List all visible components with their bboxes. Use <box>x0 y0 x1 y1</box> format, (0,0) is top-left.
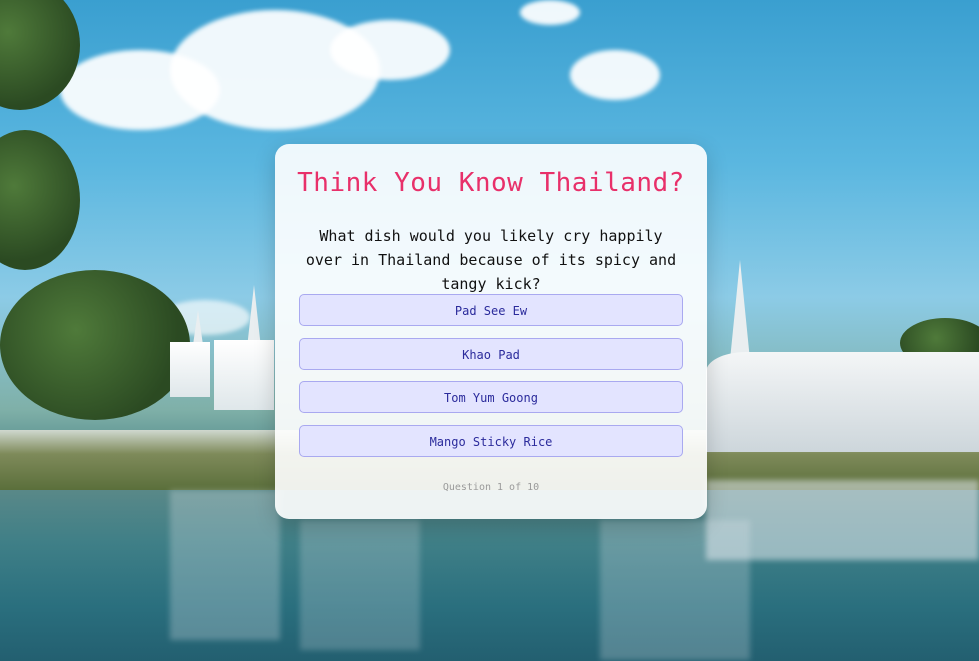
answer-option-pad-see-ew[interactable]: Pad See Ew <box>299 294 683 326</box>
answer-options: Pad See Ew Khao Pad Tom Yum Goong Mango … <box>299 294 683 468</box>
question-text: What dish would you likely cry happily o… <box>305 227 677 293</box>
quiz-page: Think You Know Thailand? What dish would… <box>0 0 979 661</box>
answer-option-mango-sticky-rice[interactable]: Mango Sticky Rice <box>299 424 683 457</box>
answer-option-tom-yum-goong[interactable]: Tom Yum Goong <box>299 381 683 413</box>
quiz-title: Think You Know Thailand? <box>297 168 685 198</box>
answer-option-khao-pad[interactable]: Khao Pad <box>299 337 683 370</box>
question-counter: Question 1 of 10 <box>442 482 540 493</box>
quiz-card: Think You Know Thailand? What dish would… <box>275 144 707 519</box>
